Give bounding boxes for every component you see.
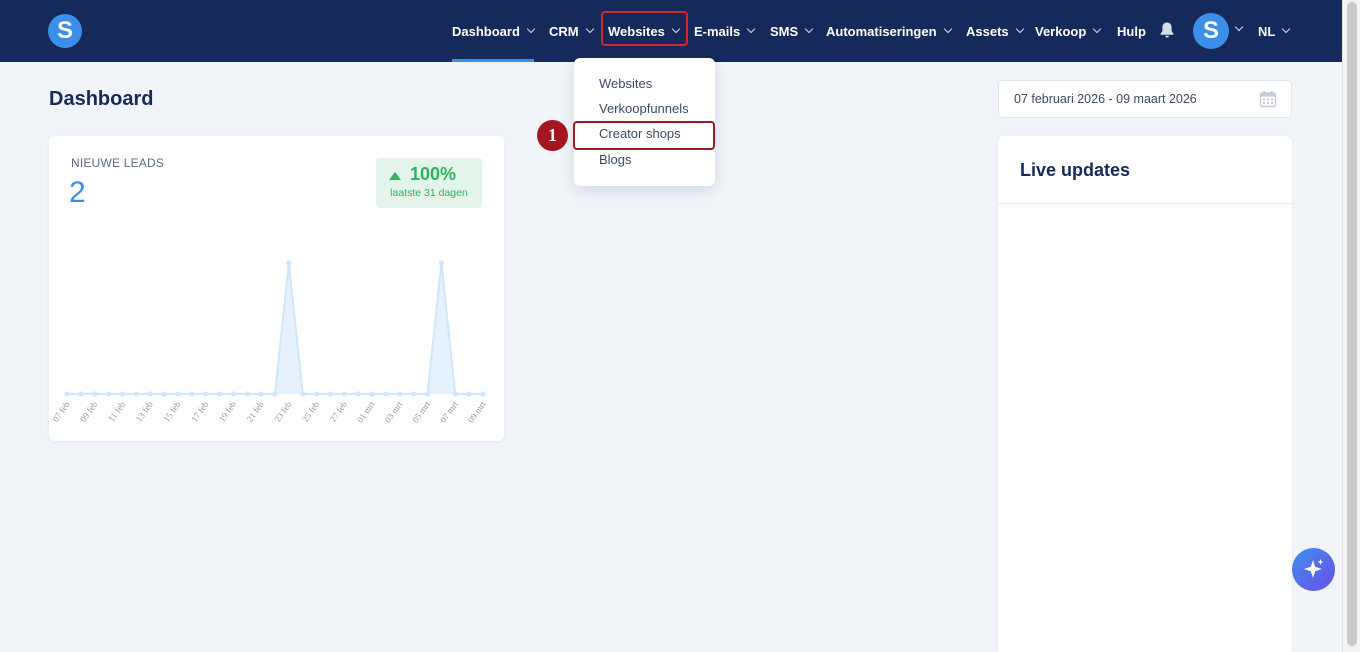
data-point[interactable] <box>480 391 486 397</box>
data-point[interactable] <box>369 391 375 397</box>
chevron-down-icon <box>804 24 814 34</box>
data-point[interactable] <box>355 391 361 397</box>
data-point[interactable] <box>244 391 250 397</box>
language-selector[interactable]: NL <box>1258 0 1291 62</box>
chevron-down-icon <box>526 24 536 34</box>
nav-emails-label: E-mails <box>694 23 741 39</box>
x-tick-label: 01 mrt <box>355 399 377 425</box>
data-point[interactable] <box>341 391 347 397</box>
leads-series-line <box>67 262 483 395</box>
data-point[interactable] <box>216 391 223 397</box>
chevron-down-icon <box>1282 24 1291 34</box>
data-point[interactable] <box>106 391 112 397</box>
x-tick-label: 07 feb <box>50 399 72 424</box>
nav-dashboard-label: Dashboard <box>452 23 520 39</box>
websites-highlight-box <box>601 11 688 46</box>
x-tick-label: 23 feb <box>272 399 294 424</box>
menu-item-verkoopfunnels[interactable]: Verkoopfunnels <box>599 101 689 116</box>
data-point[interactable] <box>230 391 236 397</box>
x-tick-label: 07 mrt <box>438 399 460 425</box>
nav-crm-label: CRM <box>549 23 579 39</box>
live-updates-card: Live updates <box>998 136 1292 652</box>
nav-sms[interactable]: SMS <box>770 0 814 62</box>
x-tick-label: 19 feb <box>217 399 239 424</box>
date-range-picker[interactable]: 07 februari 2026 - 09 maart 2026 <box>998 80 1292 118</box>
x-tick-label: 03 mrt <box>383 399 405 425</box>
nav-automatiseringen[interactable]: Automatiseringen <box>826 0 952 62</box>
data-point[interactable] <box>286 260 292 266</box>
page-scrollbar[interactable] <box>1342 0 1360 652</box>
x-tick-label: 25 feb <box>300 399 322 424</box>
nav-verkoop-label: Verkoop <box>1035 23 1087 39</box>
sparkle-icon <box>1304 559 1324 578</box>
chevron-down-icon <box>1093 24 1102 34</box>
data-point[interactable] <box>92 391 98 397</box>
data-point[interactable] <box>327 391 334 397</box>
chevron-down-icon <box>585 24 594 34</box>
x-tick-label: 09 mrt <box>466 399 488 425</box>
data-point[interactable] <box>383 391 389 397</box>
nav-hulp[interactable]: Hulp <box>1117 0 1146 62</box>
new-leads-card: NIEUWE LEADS 2 100% laatste 31 dagen 07 … <box>49 136 504 441</box>
data-point[interactable] <box>133 391 139 397</box>
chevron-down-icon <box>1015 24 1024 34</box>
ai-assistant-button[interactable] <box>1292 548 1335 591</box>
leads-series-area <box>67 263 483 394</box>
data-point[interactable] <box>147 391 153 397</box>
nav-assets-label: Assets <box>966 23 1009 39</box>
x-tick-label: 09 feb <box>78 399 100 424</box>
chevron-down-icon <box>943 24 952 34</box>
page-title: Dashboard <box>49 88 154 110</box>
data-point[interactable] <box>161 391 167 397</box>
chevron-down-icon[interactable] <box>1234 22 1244 32</box>
data-point[interactable] <box>438 260 444 266</box>
data-point[interactable] <box>272 391 278 397</box>
data-point[interactable] <box>424 391 431 397</box>
x-tick-label: 17 feb <box>189 399 211 424</box>
date-range-value: 07 februari 2026 - 09 maart 2026 <box>1014 92 1197 106</box>
live-updates-title: Live updates <box>1020 160 1131 180</box>
x-tick-label: 21 feb <box>245 399 267 424</box>
nav-sms-label: SMS <box>770 23 799 39</box>
x-tick-label: 15 feb <box>161 399 183 424</box>
data-point[interactable] <box>411 391 417 397</box>
data-point[interactable] <box>189 391 195 397</box>
nav-dashboard[interactable]: Dashboard <box>452 0 536 62</box>
nav-assets[interactable]: Assets <box>966 0 1024 62</box>
calendar-icon <box>1259 91 1277 108</box>
scrollbar-thumb[interactable] <box>1347 2 1357 646</box>
nav-emails[interactable]: E-mails <box>694 0 756 62</box>
language-label: NL <box>1258 23 1276 39</box>
x-tick-label: 27 feb <box>328 399 350 424</box>
leads-chart: 07 feb 09 feb 11 feb 13 feb 15 feb 17 feb 19 f… <box>50 260 488 425</box>
data-point[interactable] <box>258 391 264 397</box>
step-marker: 1 <box>537 120 568 151</box>
data-point[interactable] <box>452 391 458 397</box>
divider <box>998 203 1292 204</box>
creator-shops-highlight-box <box>573 121 715 150</box>
data-point[interactable] <box>175 391 181 397</box>
data-point[interactable] <box>397 391 403 397</box>
x-tick-label: 11 feb <box>106 399 127 424</box>
data-point[interactable] <box>466 391 472 397</box>
data-point[interactable] <box>300 391 306 397</box>
data-point[interactable] <box>64 391 70 397</box>
nav-verkoop[interactable]: Verkoop <box>1035 0 1102 62</box>
nav-hulp-label: Hulp <box>1117 23 1146 39</box>
menu-item-websites[interactable]: Websites <box>599 76 652 91</box>
data-point[interactable] <box>78 391 84 397</box>
chevron-down-icon <box>747 24 756 34</box>
avatar[interactable]: S <box>1193 13 1229 49</box>
data-point[interactable] <box>203 391 209 397</box>
x-tick-label: 13 feb <box>134 399 156 424</box>
menu-item-blogs[interactable]: Blogs <box>599 152 632 167</box>
data-point[interactable] <box>314 391 320 397</box>
nav-crm[interactable]: CRM <box>549 0 594 62</box>
x-tick-label: 05 mrt <box>410 399 432 425</box>
app-logo[interactable]: S <box>48 14 82 48</box>
nav-automatiseringen-label: Automatiseringen <box>826 23 937 39</box>
data-point[interactable] <box>119 391 126 397</box>
bell-icon[interactable] <box>1159 21 1175 39</box>
